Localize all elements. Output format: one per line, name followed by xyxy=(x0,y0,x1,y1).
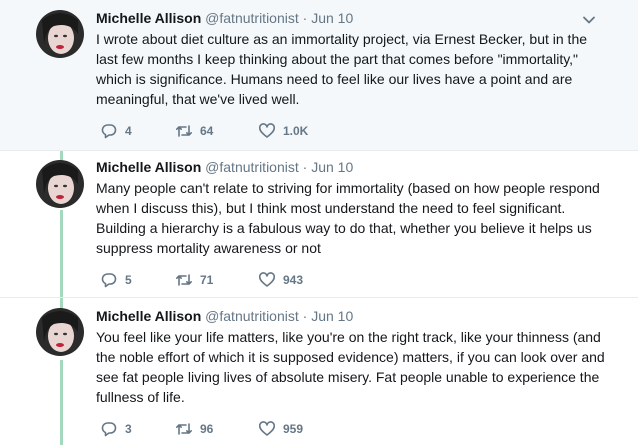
avatar[interactable] xyxy=(36,160,84,208)
tweet-text: Many people can't relate to striving for… xyxy=(96,180,600,256)
reply-button[interactable]: 3 xyxy=(100,419,132,439)
retweet-icon xyxy=(176,423,192,435)
tweet-header: Michelle Allison @fatnutritionist · Jun … xyxy=(96,307,353,325)
display-name[interactable]: Michelle Allison xyxy=(96,10,201,26)
tweet-header: Michelle Allison @fatnutritionist · Jun … xyxy=(96,158,353,176)
handle[interactable]: @fatnutritionist xyxy=(205,159,299,175)
like-count: 959 xyxy=(283,422,304,436)
tweet[interactable]: Michelle Allison @fatnutritionist · Jun … xyxy=(0,298,638,445)
display-name[interactable]: Michelle Allison xyxy=(96,308,201,324)
timestamp[interactable]: Jun 10 xyxy=(311,159,353,175)
like-button[interactable]: 943 xyxy=(258,270,303,290)
tweet[interactable]: Michelle Allison @fatnutritionist · Jun … xyxy=(0,151,638,297)
handle[interactable]: @fatnutritionist xyxy=(205,10,299,26)
separator: · xyxy=(302,10,308,26)
like-count: 1.0K xyxy=(283,124,309,138)
separator: · xyxy=(302,308,308,324)
like-button[interactable]: 959 xyxy=(258,419,303,439)
handle[interactable]: @fatnutritionist xyxy=(205,308,299,324)
separator: · xyxy=(302,159,308,175)
reply-count: 3 xyxy=(125,422,132,436)
tweet-text: You feel like your life matters, like yo… xyxy=(96,329,605,405)
heart-icon xyxy=(258,421,276,436)
retweet-button[interactable]: 96 xyxy=(175,419,213,439)
reply-button[interactable]: 5 xyxy=(100,270,132,290)
retweet-button[interactable]: 71 xyxy=(175,270,213,290)
timestamp[interactable]: Jun 10 xyxy=(311,10,353,26)
display-name[interactable]: Michelle Allison xyxy=(96,159,201,175)
tweet[interactable]: Michelle Allison @fatnutritionist · Jun … xyxy=(0,0,638,150)
reply-icon xyxy=(101,124,117,139)
reply-icon xyxy=(101,422,117,437)
retweet-count: 64 xyxy=(200,124,214,138)
tweet-actions: 5 71 943 xyxy=(96,270,496,290)
tweet-text: I wrote about diet culture as an immorta… xyxy=(96,31,588,107)
retweet-icon xyxy=(176,274,192,286)
like-button[interactable]: 1.0K xyxy=(258,121,308,141)
retweet-button[interactable]: 64 xyxy=(175,121,213,141)
avatar[interactable] xyxy=(36,308,84,356)
reply-count: 5 xyxy=(125,273,132,287)
retweet-count: 71 xyxy=(200,273,214,287)
heart-icon xyxy=(258,123,276,138)
heart-icon xyxy=(258,272,276,287)
tweet-actions: 4 64 1.0K xyxy=(96,121,496,141)
like-count: 943 xyxy=(283,273,304,287)
reply-button[interactable]: 4 xyxy=(100,121,132,141)
retweet-icon xyxy=(176,125,192,137)
timestamp[interactable]: Jun 10 xyxy=(311,308,353,324)
reply-count: 4 xyxy=(125,124,132,138)
retweet-count: 96 xyxy=(200,422,214,436)
reply-icon xyxy=(101,273,117,288)
tweet-header: Michelle Allison @fatnutritionist · Jun … xyxy=(96,9,353,27)
chevron-down-icon[interactable] xyxy=(582,13,596,27)
tweet-actions: 3 96 959 xyxy=(96,419,496,439)
avatar[interactable] xyxy=(36,10,84,58)
